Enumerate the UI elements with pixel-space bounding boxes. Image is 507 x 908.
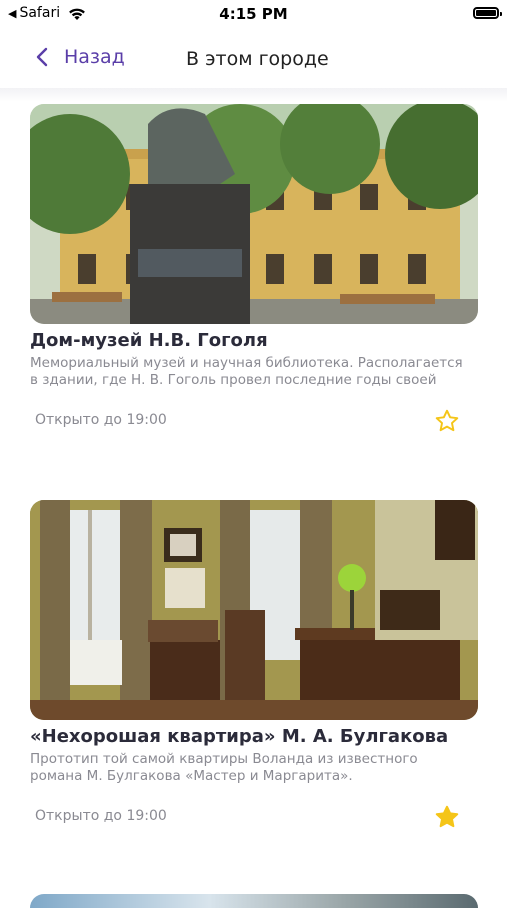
place-description: Прототип той самой квартиры Воланда из и…	[30, 751, 418, 784]
navigation-bar: Назад В этом городе	[0, 28, 507, 90]
place-card[interactable]	[30, 894, 478, 908]
opening-hours: Открыто до 19:00	[35, 412, 167, 428]
place-description: Мемориальный музей и научная библиотека.…	[30, 355, 463, 388]
place-photo-gogol-museum	[30, 104, 478, 324]
place-card[interactable]: Дом-музей Н.В. Гоголя Мемориальный музей…	[30, 104, 478, 432]
place-card[interactable]: «Нехорошая квартира» М. А. Булгакова Про…	[30, 500, 478, 828]
place-photo-bulgakov-apartment	[30, 500, 478, 720]
nav-shadow	[0, 88, 507, 102]
chevron-left-icon	[36, 47, 48, 67]
page-title: В этом городе	[186, 48, 329, 70]
back-label: Назад	[64, 46, 125, 68]
place-title: Дом-музей Н.В. Гоголя	[30, 330, 268, 351]
place-photo-partial	[30, 894, 478, 908]
battery-icon	[473, 7, 502, 19]
favorite-star-icon[interactable]	[434, 804, 460, 830]
opening-hours: Открыто до 19:00	[35, 808, 167, 824]
status-time: 4:15 PM	[219, 5, 288, 23]
favorite-star-icon[interactable]	[434, 408, 460, 434]
place-title: «Нехорошая квартира» М. А. Булгакова	[30, 726, 449, 747]
status-bar: ◀ Safari 4:15 PM	[0, 0, 507, 28]
back-button[interactable]: Назад	[36, 46, 125, 68]
